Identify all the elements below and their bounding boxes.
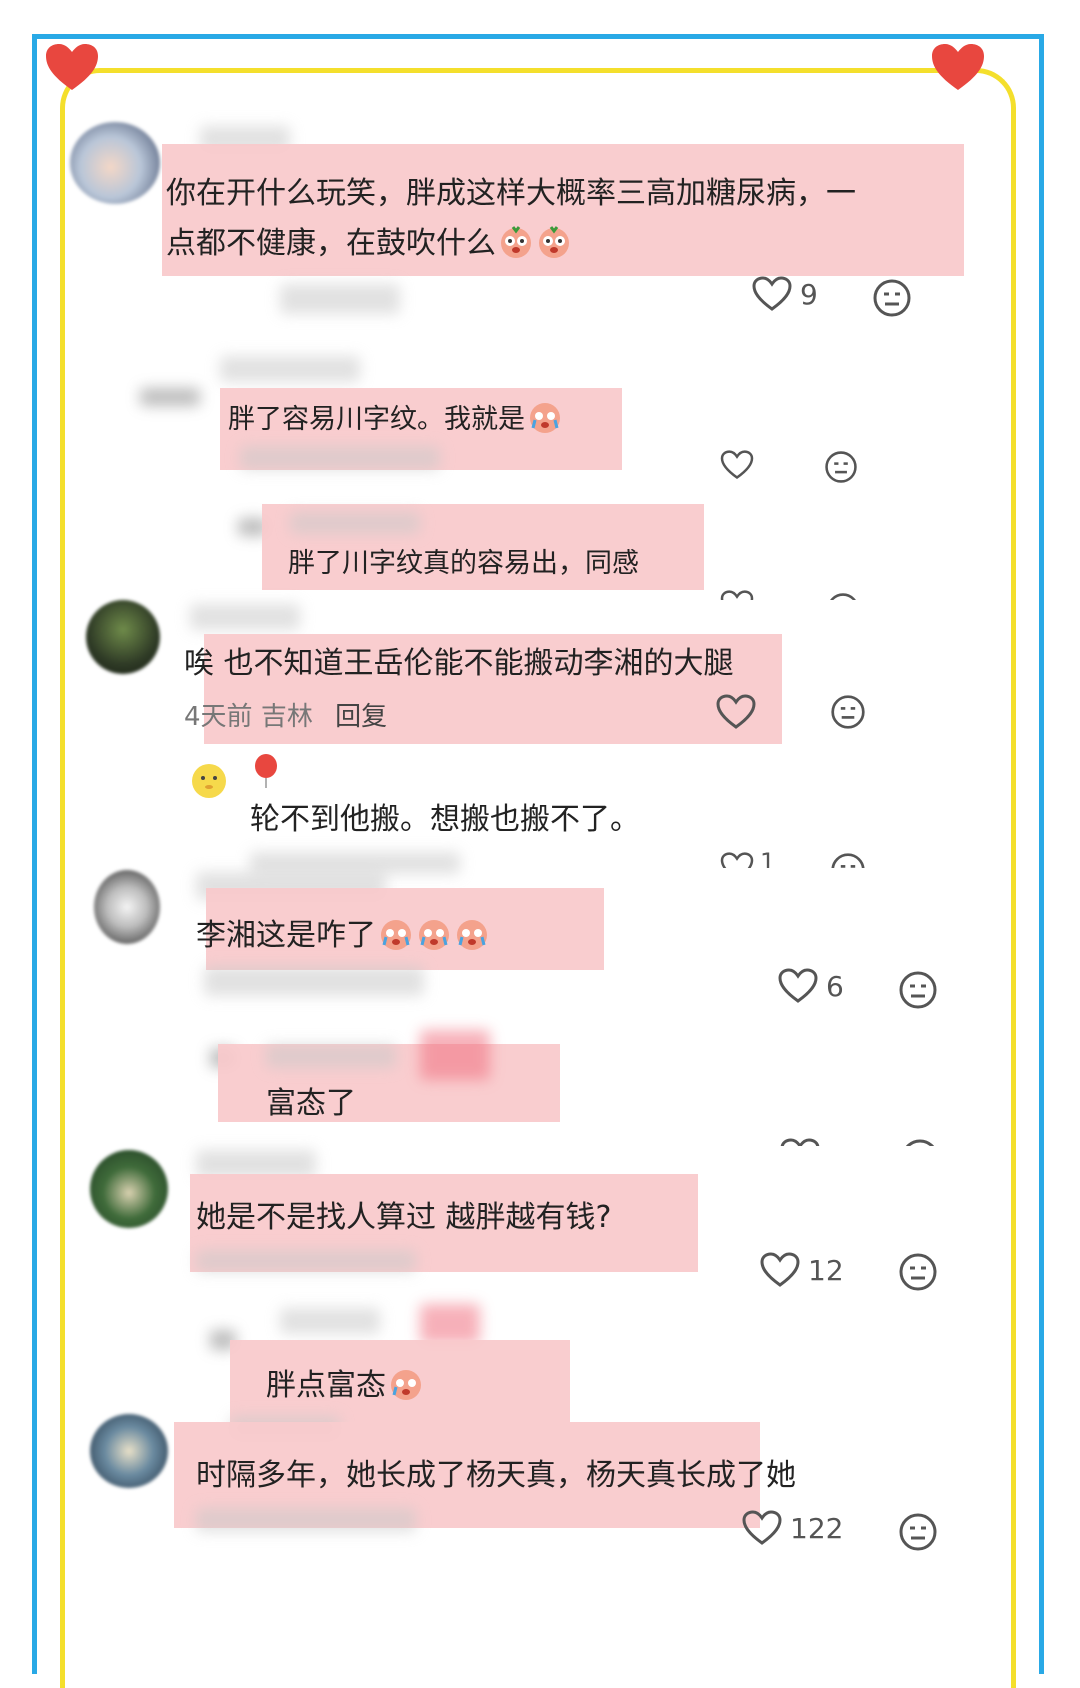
like-button[interactable]: 12 [760, 1252, 844, 1288]
crying-face-emoji-icon [391, 1370, 421, 1400]
blurred-sticker [420, 1304, 480, 1344]
crying-face-emoji-icon [539, 226, 569, 258]
comment-meta: 4天前 吉林 回复 [184, 696, 387, 733]
reply-link[interactable]: 回复 [335, 702, 387, 732]
blurred-avatar[interactable] [140, 388, 200, 406]
dislike-face-icon[interactable] [872, 278, 912, 318]
blurred-username [190, 604, 300, 630]
like-button[interactable]: 122 [742, 1510, 843, 1546]
blurred-username [266, 1044, 396, 1068]
dislike-face-icon[interactable] [830, 852, 866, 868]
blurred-username [290, 512, 420, 534]
dislike-face-icon[interactable] [826, 592, 860, 600]
like-count: 12 [808, 1253, 844, 1287]
avatar[interactable] [94, 870, 160, 944]
like-button[interactable]: 1 [720, 852, 780, 868]
avatar[interactable] [86, 600, 160, 674]
heart-outline-icon [778, 968, 818, 1003]
comment-text: 她是不是找人算过 越胖越有钱? [196, 1200, 612, 1235]
comment-text: 李湘这是咋了 [196, 910, 490, 962]
like-button[interactable]: 6 [778, 968, 844, 1004]
avatar[interactable] [70, 122, 160, 204]
comment-time: 4天前 [184, 702, 253, 732]
crying-face-emoji-icon [419, 920, 449, 950]
comment-text: 点都不健康，在鼓吹什么 [166, 218, 572, 270]
comment-text: 富态了 [266, 1086, 356, 1121]
blurred-meta [204, 966, 424, 996]
comment-text: 胖了川字纹真的容易出，同感 [288, 548, 639, 579]
crying-face-emoji-icon [501, 226, 531, 258]
blurred-meta [250, 852, 460, 874]
blurred-meta [196, 1250, 416, 1272]
balloon-icon [255, 754, 277, 788]
dislike-face-icon[interactable] [824, 450, 858, 484]
crying-face-emoji-icon [457, 920, 487, 950]
dislike-face-icon[interactable] [900, 1138, 940, 1146]
heart-outline-icon[interactable] [720, 590, 760, 600]
heart-outline-icon[interactable] [716, 694, 756, 730]
crying-face-emoji-icon [381, 920, 411, 950]
crying-face-emoji-icon [530, 403, 560, 433]
blurred-sticker [420, 1030, 490, 1080]
comment-text: 胖点富态 [266, 1360, 424, 1412]
blurred-meta [280, 284, 400, 314]
avatar[interactable] [90, 1150, 168, 1228]
comment-text: 胖了容易川字纹。我就是 [228, 394, 563, 446]
comment-text: 唉 也不知道王岳伦能不能搬动李湘的大腿 [184, 646, 734, 681]
heart-outline-icon[interactable] [780, 1138, 820, 1146]
dislike-face-icon[interactable] [898, 1252, 938, 1292]
heart-outline-icon [742, 1510, 782, 1545]
heart-outline-icon[interactable] [720, 450, 754, 480]
dislike-face-icon[interactable] [830, 694, 866, 730]
blurred-username [280, 1308, 380, 1334]
heart-icon [932, 44, 984, 90]
comment-text: 你在开什么玩笑，胖成这样大概率三高加糖尿病，一 [166, 176, 856, 211]
heart-outline-icon [752, 276, 792, 311]
like-count: 1 [760, 852, 776, 868]
like-count: 6 [826, 969, 844, 1003]
dislike-face-icon[interactable] [898, 970, 938, 1010]
avatar[interactable] [190, 762, 228, 800]
avatar[interactable] [90, 1414, 168, 1488]
heart-icon [46, 44, 98, 90]
like-count: 122 [790, 1511, 844, 1545]
like-count: 9 [800, 277, 818, 311]
blurred-meta [240, 446, 440, 470]
comment-text: 时隔多年，她长成了杨天真，杨天真长成了她 [196, 1458, 796, 1493]
dislike-face-icon[interactable] [898, 1512, 938, 1552]
comment-location: 吉林 [260, 702, 313, 732]
blurred-meta [196, 1508, 416, 1532]
like-button[interactable]: 9 [752, 276, 818, 312]
comment-text: 轮不到他搬。想搬也搬不了。 [250, 802, 640, 837]
heart-outline-icon [760, 1252, 800, 1287]
blurred-username [220, 356, 360, 382]
